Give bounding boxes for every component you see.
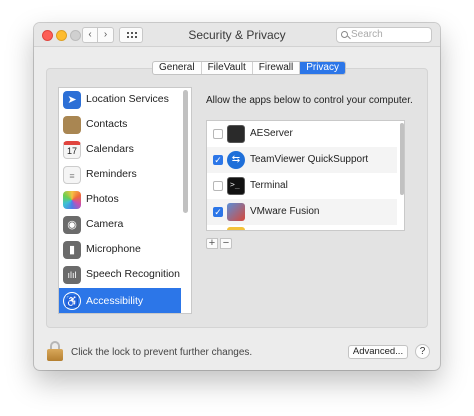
search-placeholder: Search [351,29,383,40]
sidebar-item-accessibility[interactable]: ♿ Accessibility [59,288,181,313]
sidebar-item-reminders[interactable]: ≡ Reminders [59,163,181,188]
allowed-apps-list: AEServer ✓ ⇆ TeamViewer QuickSupport >_ … [206,120,405,231]
sidebar-item-label: Location Services [86,93,169,105]
advanced-button[interactable]: Advanced... [348,345,408,359]
sidebar-item-microphone[interactable]: ▮ Microphone [59,238,181,263]
list-item-teamviewer[interactable]: ✓ ⇆ TeamViewer QuickSupport [207,147,397,173]
privacy-category-list: ➤ Location Services Contacts 17 Calendar… [58,87,192,314]
teamviewer-checkbox[interactable]: ✓ [213,155,223,165]
search-icon [341,31,348,38]
terminal-app-icon [227,125,245,143]
sidebar-item-location-services[interactable]: ➤ Location Services [59,88,181,113]
tab-bar: General FileVault Firewall Privacy [152,61,346,75]
show-all-button[interactable] [119,27,143,43]
chevron-right-icon: › [103,29,108,40]
back-button[interactable]: ‹ [82,27,98,43]
chevron-left-icon: ‹ [88,29,92,40]
help-button[interactable]: ? [415,344,430,359]
aeserver-checkbox[interactable] [213,129,223,139]
minimize-window-button[interactable] [56,30,67,41]
sidebar-item-photos[interactable]: Photos [59,188,181,213]
sidebar-item-contacts[interactable]: Contacts [59,113,181,138]
lock-icon[interactable] [47,341,63,361]
tab-firewall[interactable]: Firewall [253,62,301,74]
calendar-icon: 17 [63,141,81,159]
search-input[interactable]: Search [336,27,432,43]
microphone-icon: ▮ [63,241,81,259]
sidebar-item-label: Calendars [86,143,134,155]
contacts-book-icon [63,116,81,134]
window-title: Security & Privacy [188,28,286,42]
waveform-icon: ılıl [63,266,81,284]
app-name: VMware Fusion [250,206,320,217]
sidebar-item-label: Speech Recognition [86,268,180,280]
remove-app-button[interactable]: − [220,238,232,249]
location-arrow-icon: ➤ [63,91,81,109]
sidebar-item-label: Microphone [86,243,141,255]
app-icon [227,227,245,230]
security-privacy-window: ‹ › Security & Privacy Search General Fi… [34,23,440,370]
sidebar-item-label: Camera [86,218,124,230]
terminal-app-icon: >_ [227,177,245,195]
sidebar-scrollbar[interactable] [183,90,188,213]
sidebar-item-camera[interactable]: ◉ Camera [59,213,181,238]
zoom-window-button[interactable] [70,30,81,41]
close-window-button[interactable] [42,30,53,41]
sidebar-item-calendars[interactable]: 17 Calendars [59,138,181,163]
sidebar-item-speech-recognition[interactable]: ılıl Speech Recognition [59,263,181,288]
apps-heading: Allow the apps below to control your com… [206,95,413,106]
list-item-vmware-fusion[interactable]: ✓ VMware Fusion [207,199,397,225]
list-item-aeserver[interactable]: AEServer [207,121,397,147]
camera-icon: ◉ [63,216,81,234]
app-name: TeamViewer QuickSupport [250,154,369,165]
tab-general[interactable]: General [153,62,202,74]
app-name: Terminal [250,180,288,191]
tab-filevault[interactable]: FileVault [202,62,253,74]
list-item-partial [207,225,397,230]
apps-list-scrollbar[interactable] [400,123,404,195]
sidebar-item-label: Accessibility [86,295,144,307]
sidebar-item-label: Photos [86,193,119,205]
tab-privacy[interactable]: Privacy [300,62,345,74]
sidebar-item-label: Reminders [86,168,137,180]
lock-hint-text: Click the lock to prevent further change… [71,347,253,358]
accessibility-person-icon: ♿ [63,292,81,310]
teamviewer-icon: ⇆ [227,151,245,169]
photos-flower-icon [63,191,81,209]
title-bar: ‹ › Security & Privacy Search [34,23,440,47]
terminal-checkbox[interactable] [213,181,223,191]
app-name: AEServer [250,128,293,139]
sidebar-item-label: Contacts [86,118,128,130]
vmware-fusion-checkbox[interactable]: ✓ [213,207,223,217]
reminders-list-icon: ≡ [63,166,81,184]
add-app-button[interactable]: + [206,238,218,249]
forward-button[interactable]: › [98,27,114,43]
vmware-fusion-icon [227,203,245,221]
list-item-terminal[interactable]: >_ Terminal [207,173,397,199]
